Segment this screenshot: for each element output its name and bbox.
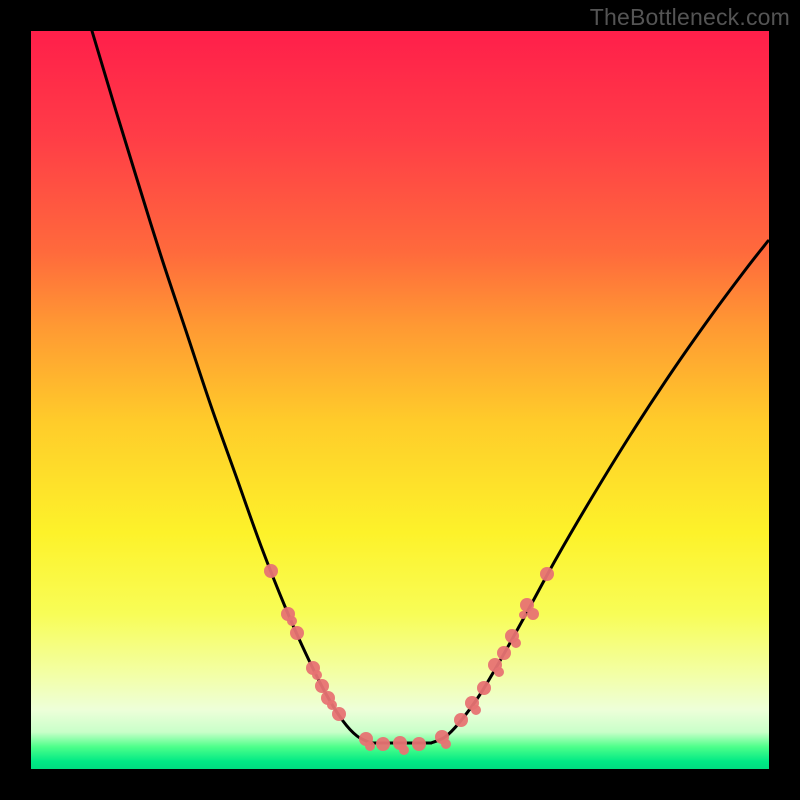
- marker-3: [306, 661, 322, 680]
- marker-1: [281, 607, 297, 626]
- chart-overlay: [0, 0, 800, 800]
- marker-9: [393, 736, 409, 755]
- marker-18: [519, 598, 539, 620]
- series-right-curve: [431, 241, 768, 743]
- curves-group: [92, 31, 768, 743]
- chart-frame: TheBottleneck.com: [0, 0, 800, 800]
- marker-8: [376, 737, 390, 751]
- marker-6: [332, 707, 346, 721]
- series-left-curve: [92, 31, 371, 743]
- marker-12: [454, 713, 468, 727]
- marker-16: [497, 646, 511, 660]
- marker-4: [315, 679, 329, 693]
- marker-14: [477, 681, 491, 695]
- marker-2: [290, 626, 304, 640]
- marker-19: [540, 567, 554, 581]
- marker-5: [321, 691, 337, 710]
- marker-0: [264, 564, 278, 578]
- marker-10: [412, 737, 426, 751]
